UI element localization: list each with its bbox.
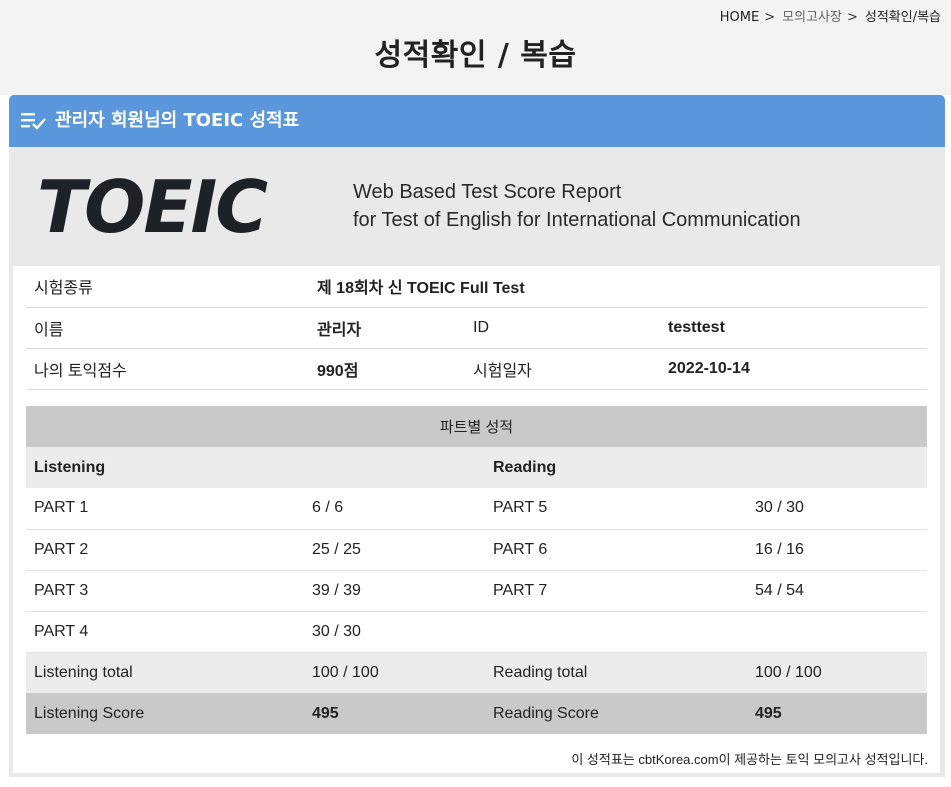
report-subtitle-line2: for Test of English for International Co… <box>353 209 801 231</box>
listening-score-value: 495 <box>304 693 485 734</box>
page-title: 성적확인 / 복습 <box>374 38 577 73</box>
score-card: 시험종류 제 18회차 신 TOEIC Full Test 이름 관리자 ID … <box>13 266 940 773</box>
breadcrumb-home-link[interactable]: HOME <box>720 10 759 25</box>
list-check-icon <box>21 113 46 130</box>
date-value: 2022-10-14 <box>660 348 927 390</box>
part-scores-table: 파트별 성적 Listening Reading PART 1 6 / 6 PA… <box>26 406 927 734</box>
listening-part-label: PART 2 <box>26 529 304 571</box>
page-header: HOME > 모의고사장 > 성적확인/복습 성적확인 / 복습 <box>0 0 951 95</box>
reading-part-label: PART 7 <box>485 570 747 612</box>
table-row: PART 4 30 / 30 <box>26 611 927 653</box>
reading-part-score: 30 / 30 <box>747 488 927 530</box>
score-label: 나의 토익점수 <box>26 348 309 390</box>
table-row: 파트별 성적 <box>26 406 927 447</box>
listening-part-label: PART 4 <box>26 611 304 653</box>
listening-part-score: 30 / 30 <box>304 611 485 653</box>
table-row: 나의 토익점수 990점 시험일자 2022-10-14 <box>26 348 927 390</box>
panel-header: 관리자 회원님의 TOEIC 성적표 <box>9 95 945 147</box>
table-row: PART 3 39 / 39 PART 7 54 / 54 <box>26 570 927 612</box>
panel-title: 관리자 회원님의 TOEIC 성적표 <box>55 110 300 131</box>
listening-part-score: 6 / 6 <box>304 488 485 530</box>
reading-total-value: 100 / 100 <box>747 652 927 693</box>
listening-total-label: Listening total <box>26 652 304 693</box>
reading-score-value: 495 <box>747 693 927 734</box>
reading-part-label: PART 5 <box>485 488 747 530</box>
breadcrumb-separator: > <box>764 10 776 25</box>
exam-info-table: 시험종류 제 18회차 신 TOEIC Full Test 이름 관리자 ID … <box>26 266 927 390</box>
footnote: 이 성적표는 cbtKorea.com이 제공하는 토익 모의고사 성적입니다. <box>571 752 928 767</box>
reading-total-label: Reading total <box>485 652 747 693</box>
exam-type-label: 시험종류 <box>26 266 309 308</box>
part-scores-heading: 파트별 성적 <box>26 406 927 447</box>
score-value: 990점 <box>309 348 465 390</box>
report-subtitle: Web Based Test Score Report for Test of … <box>353 178 801 234</box>
breadcrumb-section-link[interactable]: 모의고사장 <box>782 6 842 25</box>
table-row: PART 2 25 / 25 PART 6 16 / 16 <box>26 529 927 571</box>
reading-part-label <box>485 611 747 653</box>
listening-part-score: 25 / 25 <box>304 529 485 571</box>
breadcrumb-current: 성적확인/복습 <box>864 10 941 25</box>
name-value: 관리자 <box>309 307 465 349</box>
reading-score-label: Reading Score <box>485 693 747 734</box>
table-row: PART 1 6 / 6 PART 5 30 / 30 <box>26 488 927 530</box>
toeic-logo: TOEIC <box>37 165 268 249</box>
table-row: 이름 관리자 ID testtest <box>26 307 927 349</box>
listening-part-label: PART 1 <box>26 488 304 530</box>
table-row: Listening total 100 / 100 Reading total … <box>26 652 927 693</box>
reading-header: Reading <box>485 447 927 488</box>
breadcrumb: HOME > 모의고사장 > 성적확인/복습 <box>720 6 941 25</box>
listening-score-label: Listening Score <box>26 693 304 734</box>
reading-part-score: 54 / 54 <box>747 570 927 612</box>
name-label: 이름 <box>26 307 309 349</box>
exam-type-value: 제 18회차 신 TOEIC Full Test <box>309 266 927 308</box>
table-row: Listening Reading <box>26 447 927 488</box>
id-label: ID <box>465 307 660 349</box>
listening-header: Listening <box>26 447 485 488</box>
reading-part-score <box>747 611 927 653</box>
listening-part-score: 39 / 39 <box>304 570 485 612</box>
reading-part-label: PART 6 <box>485 529 747 571</box>
report-subtitle-line1: Web Based Test Score Report <box>353 181 622 203</box>
table-row: 시험종류 제 18회차 신 TOEIC Full Test <box>26 266 927 308</box>
listening-part-label: PART 3 <box>26 570 304 612</box>
id-value: testtest <box>660 307 927 349</box>
table-row: Listening Score 495 Reading Score 495 <box>26 693 927 734</box>
listening-total-value: 100 / 100 <box>304 652 485 693</box>
date-label: 시험일자 <box>465 348 660 390</box>
breadcrumb-separator: > <box>846 10 858 25</box>
reading-part-score: 16 / 16 <box>747 529 927 571</box>
